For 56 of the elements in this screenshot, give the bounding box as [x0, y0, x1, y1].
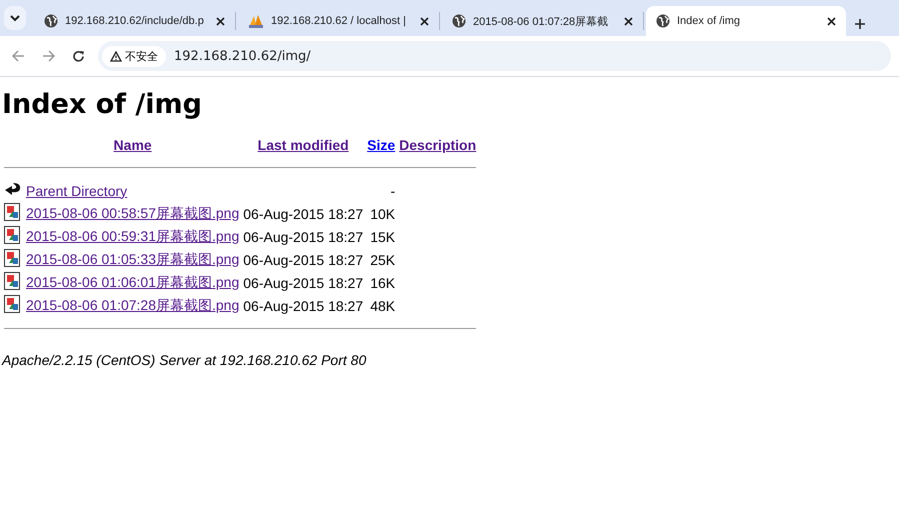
tab-title: Index of /img	[677, 15, 741, 27]
modified-date: 06-Aug-2015 18:27	[243, 206, 364, 222]
file-link[interactable]: 2015-08-06 01:06:01屏幕截图.png	[26, 274, 240, 290]
reload-icon	[72, 50, 84, 62]
browser-tab[interactable]: 192.168.210.62/include/db.p	[34, 12, 236, 30]
back-arrow-icon	[12, 50, 24, 62]
globe-icon	[452, 14, 466, 28]
image-file-icon	[4, 249, 20, 267]
forward-arrow-icon	[42, 50, 54, 62]
close-icon[interactable]	[825, 16, 838, 26]
url-text: 192.168.210.62/img/	[174, 48, 311, 64]
image-file-icon	[4, 272, 20, 290]
file-link[interactable]: 2015-08-06 01:05:33屏幕截图.png	[26, 250, 240, 266]
modified-date: 06-Aug-2015 18:27	[243, 274, 364, 290]
browser-tab[interactable]: Index of /img	[646, 6, 846, 36]
file-link[interactable]: Parent Directory	[26, 182, 128, 198]
file-size: 15K	[370, 228, 396, 244]
image-file-icon	[4, 295, 20, 313]
file-size: 10K	[370, 206, 396, 222]
file-size: 25K	[370, 252, 396, 268]
file-size: 16K	[370, 274, 396, 290]
tab-title: 192.168.210.62/include/db.p	[65, 15, 205, 27]
browser-tab[interactable]: 2015-08-06 01:07:28屏幕截	[442, 12, 644, 30]
tab-list-button[interactable]	[4, 6, 26, 30]
file-size: -	[390, 182, 396, 198]
file-link[interactable]: 2015-08-06 00:58:57屏幕截图.png	[26, 204, 240, 220]
image-file-icon	[4, 226, 20, 244]
globe-icon	[656, 14, 670, 28]
file-link[interactable]: 2015-08-06 01:07:28屏幕截图.png	[26, 296, 240, 312]
warning-icon	[110, 50, 122, 62]
sail-logo-icon	[248, 14, 264, 28]
file-link[interactable]: 2015-08-06 00:59:31屏幕截图.png	[26, 228, 240, 244]
page-heading: Index of /img	[2, 89, 203, 120]
modified-date: 06-Aug-2015 18:27	[243, 252, 364, 268]
tab-title: 2015-08-06 01:07:28屏幕截	[473, 14, 610, 28]
close-icon[interactable]	[214, 16, 227, 26]
browser-tab[interactable]: 192.168.210.62 / localhost |	[238, 12, 440, 30]
chevron-down-icon	[10, 14, 20, 22]
address-bar[interactable]: 不安全 192.168.210.62/img/	[98, 41, 891, 71]
new-tab-icon[interactable]	[854, 18, 866, 30]
file-size: 48K	[370, 298, 396, 314]
column-header-link[interactable]: Last modified	[258, 137, 349, 153]
column-header-link[interactable]: Name	[114, 137, 152, 153]
column-header-link[interactable]: Description	[399, 137, 476, 153]
security-chip[interactable]: 不安全	[102, 46, 166, 66]
column-header-link[interactable]: Size	[367, 137, 396, 153]
close-icon[interactable]	[418, 16, 431, 26]
security-label: 不安全	[125, 50, 158, 64]
image-file-icon	[4, 203, 20, 221]
modified-date: 06-Aug-2015 18:27	[243, 228, 364, 244]
server-signature: Apache/2.2.15 (CentOS) Server at 192.168.210.62 Port 80	[2, 352, 368, 368]
tab-title: 192.168.210.62 / localhost |	[271, 15, 407, 27]
globe-icon	[44, 14, 58, 28]
return-arrow-icon	[4, 181, 22, 197]
modified-date: 06-Aug-2015 18:27	[243, 298, 364, 314]
close-icon[interactable]	[622, 16, 635, 26]
